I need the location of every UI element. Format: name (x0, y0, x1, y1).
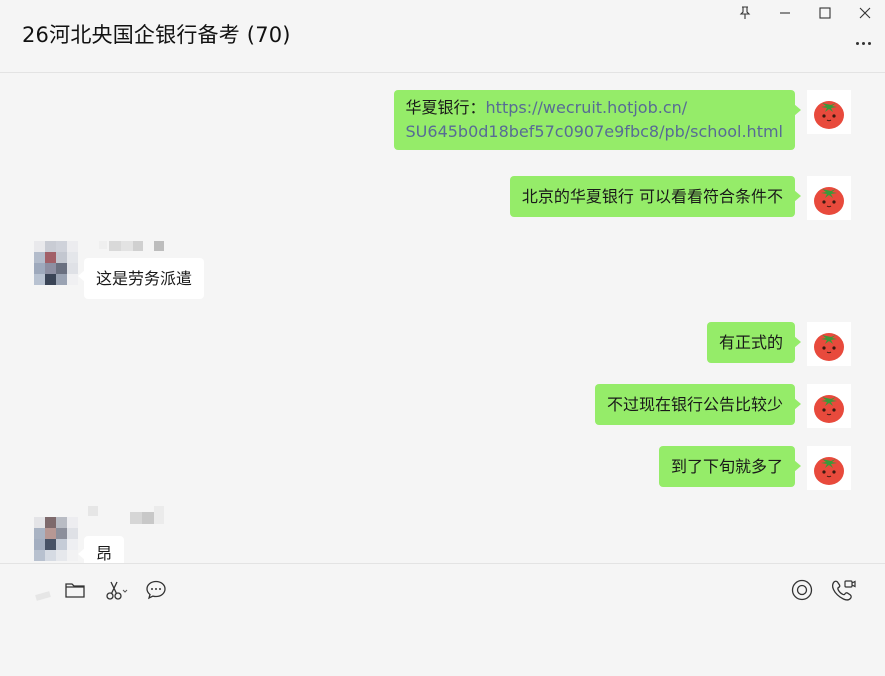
message-row: 有正式的 (706, 322, 851, 366)
pin-icon[interactable] (725, 2, 765, 24)
video-call-icon[interactable] (829, 576, 857, 604)
their-message-bubble[interactable]: 昂 (77, 536, 125, 563)
message-text: 到了下旬就多了 (670, 457, 783, 476)
minimize-icon[interactable] (765, 2, 805, 24)
message-row: 不过现在银行公告比较少 (594, 384, 851, 428)
my-message-bubble[interactable]: 有正式的 (706, 322, 802, 363)
window-controls (725, 2, 885, 24)
message-text: 北京的华夏银行 可以看看符合条件不 (521, 187, 783, 206)
emoji-icon[interactable] (30, 576, 58, 604)
message-link-continued[interactable]: SU645b0d18bef57c0907e9fbc8/pb/school.htm… (406, 120, 783, 144)
message-text: 有正式的 (718, 333, 783, 352)
tomato-avatar-icon (814, 395, 844, 423)
message-row: 北京的华夏银行 可以看看符合条件不 (509, 176, 851, 220)
message-input[interactable] (0, 610, 885, 676)
message-link[interactable]: https://wecruit.hotjob.cn/ (486, 98, 688, 117)
my-message-bubble[interactable]: 华夏银行：https://wecruit.hotjob.cn/ SU645b0d… (393, 90, 802, 150)
my-message-bubble[interactable]: 到了下旬就多了 (658, 446, 802, 487)
chat-bubble-icon[interactable] (142, 576, 170, 604)
my-avatar[interactable] (807, 90, 851, 134)
my-avatar[interactable] (807, 446, 851, 490)
tomato-avatar-icon (814, 333, 844, 361)
message-text: 不过现在银行公告比较少 (606, 395, 783, 414)
contact-avatar[interactable] (34, 241, 78, 285)
chat-window: 26河北央国企银行备考 (70) 华夏银行：https://wecruit.ho… (0, 0, 885, 676)
message-text: 昂 (96, 544, 113, 563)
tomato-avatar-icon (814, 457, 844, 485)
maximize-icon[interactable] (805, 2, 845, 24)
my-message-bubble[interactable]: 不过现在银行公告比较少 (594, 384, 802, 425)
more-dots-icon[interactable] (851, 33, 875, 53)
message-row: 昂 (77, 536, 125, 563)
message-row: 这是劳务派遣 (77, 258, 205, 299)
chat-title: 26河北央国企银行备考 (70) (22, 23, 291, 47)
message-text: 这是劳务派遣 (96, 269, 193, 288)
live-icon[interactable] (788, 576, 816, 604)
folder-icon[interactable] (61, 576, 89, 604)
message-list[interactable]: 华夏银行：https://wecruit.hotjob.cn/ SU645b0d… (0, 73, 885, 563)
message-row: 华夏银行：https://wecruit.hotjob.cn/ SU645b0d… (393, 90, 851, 150)
message-row: 到了下旬就多了 (658, 446, 851, 490)
contact-avatar[interactable] (34, 517, 78, 561)
tomato-avatar-icon (814, 187, 844, 215)
message-text: 华夏银行： (405, 98, 486, 117)
my-avatar[interactable] (807, 384, 851, 428)
scissors-icon[interactable] (102, 576, 130, 604)
my-avatar[interactable] (807, 322, 851, 366)
their-message-bubble[interactable]: 这是劳务派遣 (77, 258, 205, 299)
close-icon[interactable] (845, 2, 885, 24)
my-message-bubble[interactable]: 北京的华夏银行 可以看看符合条件不 (509, 176, 802, 217)
tomato-avatar-icon (814, 101, 844, 129)
input-divider (0, 563, 885, 564)
my-avatar[interactable] (807, 176, 851, 220)
